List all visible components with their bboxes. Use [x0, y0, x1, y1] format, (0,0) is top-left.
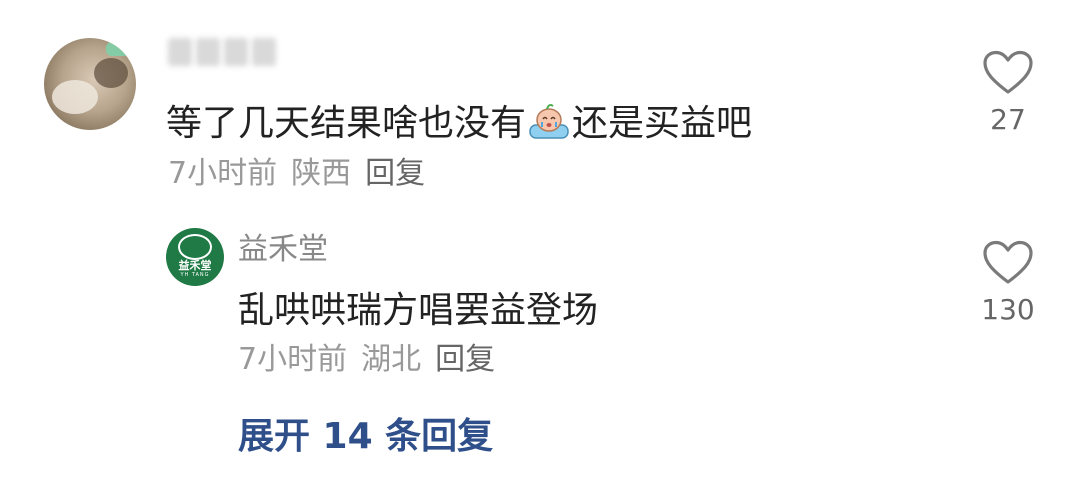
comment-reply-button[interactable]: 回复 — [365, 156, 425, 191]
expand-replies-link[interactable]: 展开 14 条回复 — [238, 414, 493, 460]
comment-body: 等了几天结果啥也没有 还是买益吧 — [166, 100, 752, 148]
comment-text-part1: 等了几天结果啥也没有 — [166, 103, 527, 144]
heart-outline-icon[interactable] — [982, 50, 1034, 96]
comment-time: 7小时前 — [168, 156, 278, 191]
reply-location: 湖北 — [361, 342, 422, 377]
reply-body: 乱哄哄瑞方唱罢益登场 — [238, 290, 599, 331]
comment-location: 陕西 — [291, 156, 352, 191]
commenter-username-blurred[interactable] — [168, 38, 276, 66]
avatar-brand-subtext: YH TANG — [180, 272, 210, 278]
comment-text-part2: 还是买益吧 — [572, 103, 753, 144]
comment-thread: 等了几天结果啥也没有 还是买益吧 7小时前 陕西 回复 27 益禾堂 YH TANG… — [0, 0, 1080, 503]
crying-bath-emoji-icon — [528, 101, 570, 141]
reply-like-group[interactable]: 130 — [968, 240, 1048, 328]
reply-author-avatar[interactable]: 益禾堂 YH TANG — [166, 228, 224, 286]
heart-outline-icon[interactable] — [982, 240, 1034, 286]
reply-reply-button[interactable]: 回复 — [435, 342, 495, 377]
comment-meta: 7小时前 陕西 回复 — [168, 154, 439, 194]
comment-like-count: 27 — [990, 103, 1026, 136]
reply-like-count: 130 — [981, 293, 1035, 326]
reply-time: 7小时前 — [238, 342, 348, 377]
commenter-avatar[interactable] — [44, 38, 136, 130]
reply-meta: 7小时前 湖北 回复 — [238, 340, 509, 380]
avatar-brand-text: 益禾堂 — [178, 259, 212, 272]
reply-author-name[interactable]: 益禾堂 — [238, 230, 328, 270]
comment-like-group[interactable]: 27 — [968, 50, 1048, 138]
